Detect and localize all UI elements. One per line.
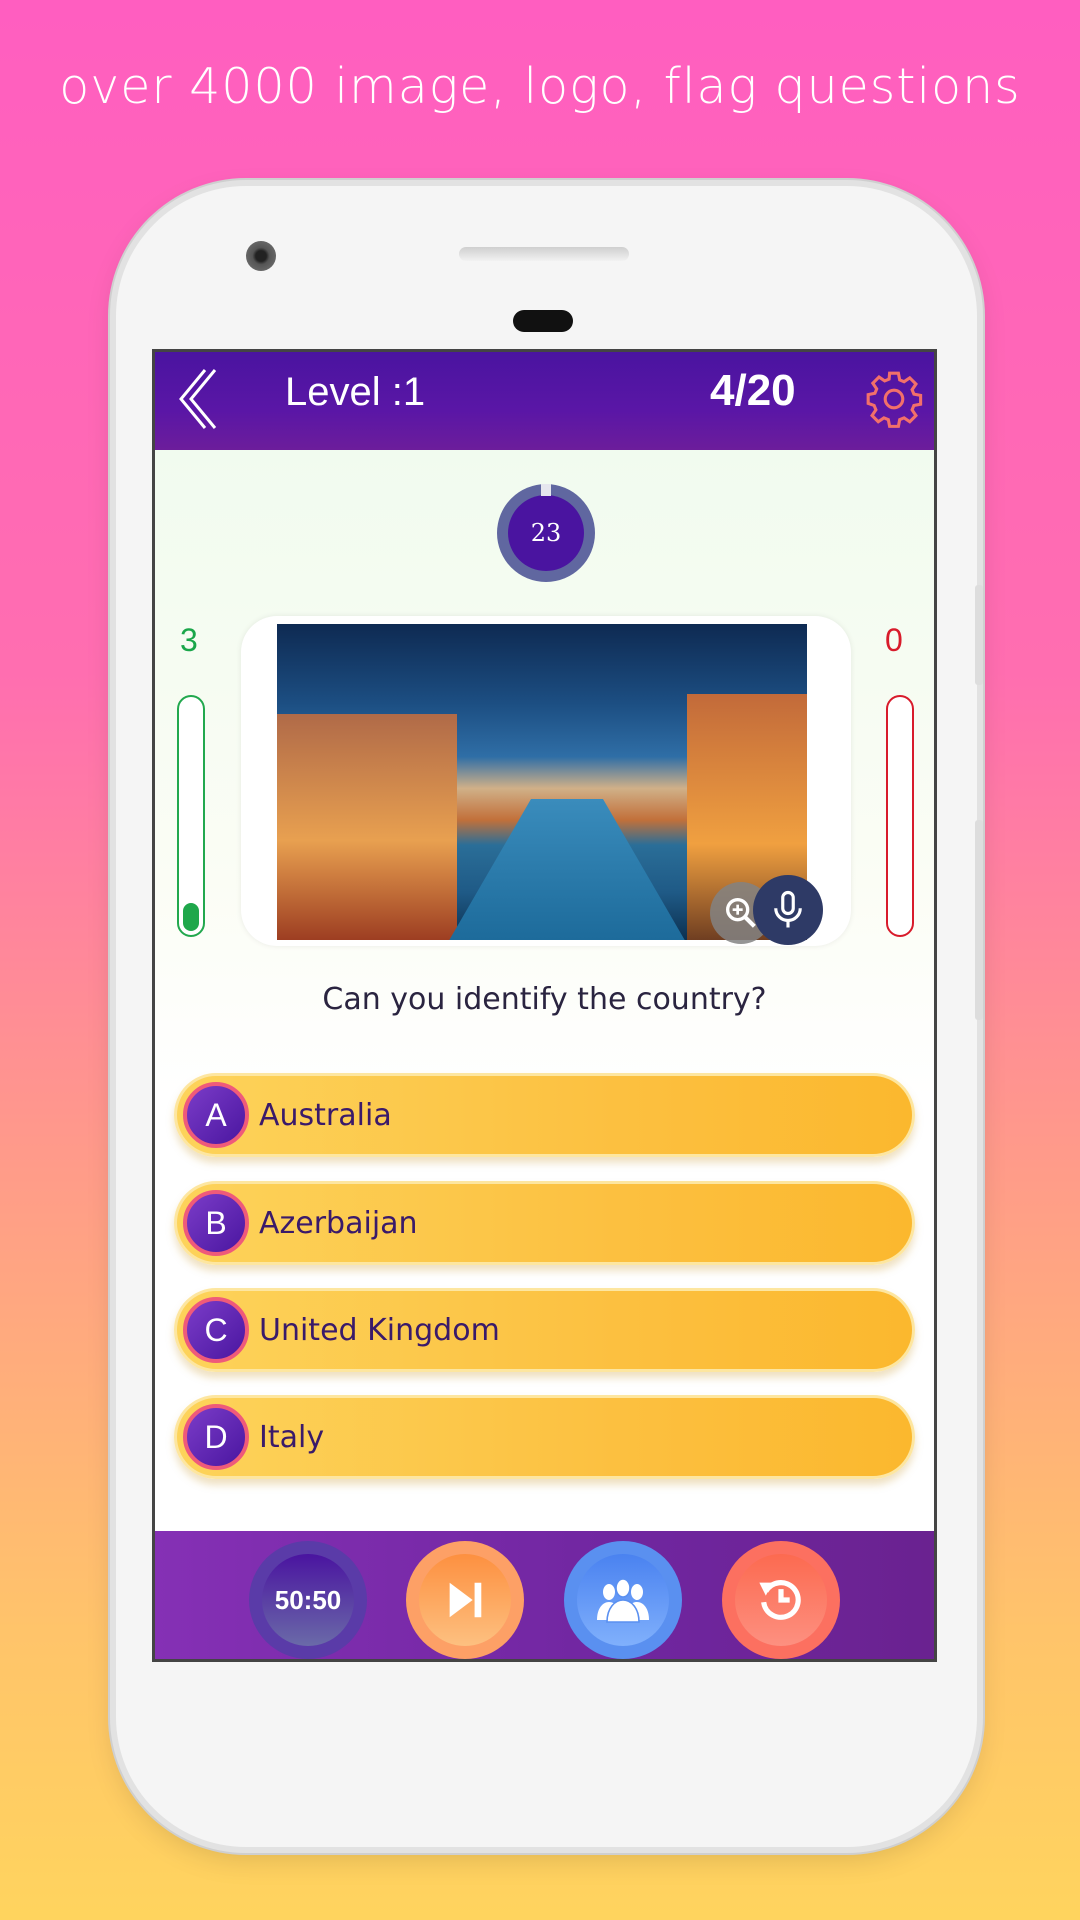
wrong-meter <box>886 695 914 937</box>
app-screen: Level :1 4/20 $ 7 23 15 3 0 Can <box>152 349 937 1662</box>
option-label: Italy <box>259 1419 325 1455</box>
voice-answer-button[interactable] <box>753 875 823 945</box>
skip-button[interactable] <box>406 1541 524 1659</box>
level-label: Level :1 <box>285 370 426 414</box>
timer-value: 23 <box>508 495 584 571</box>
phone-chin <box>152 1662 937 1802</box>
option-letter: B <box>183 1190 249 1256</box>
phone-speaker <box>459 247 629 261</box>
wrong-count: 0 <box>885 622 903 658</box>
timer-elapsed-arc <box>541 484 551 496</box>
correct-meter <box>177 695 205 937</box>
question-text: Can you identify the country? <box>322 982 767 1017</box>
fifty-fifty-button[interactable]: 50:50 <box>249 1541 367 1659</box>
extra-time-button[interactable] <box>722 1541 840 1659</box>
phone-volume-button <box>975 820 983 1020</box>
promo-tagline: over 4000 image, logo, flag questions <box>59 58 1021 115</box>
audience-poll-button[interactable] <box>564 1541 682 1659</box>
option-label: United Kingdom <box>259 1312 500 1348</box>
countdown-timer: 23 <box>497 484 595 582</box>
answer-option-a[interactable]: A Australia <box>174 1073 915 1157</box>
lifeline-bar: 50:50 <box>155 1531 934 1659</box>
phone-sensor <box>513 310 573 332</box>
answer-option-b[interactable]: B Azerbaijan <box>174 1181 915 1265</box>
top-bar: Level :1 4/20 <box>155 352 934 450</box>
double-chevron-left-icon[interactable] <box>175 366 221 432</box>
microphone-icon <box>774 890 802 928</box>
fifty-fifty-label: 50:50 <box>262 1554 354 1646</box>
history-icon <box>759 1580 801 1620</box>
gear-icon[interactable] <box>863 368 925 430</box>
people-icon <box>597 1578 649 1623</box>
answer-option-c[interactable]: C United Kingdom <box>174 1288 915 1372</box>
option-letter: D <box>183 1404 249 1470</box>
option-letter: C <box>183 1297 249 1363</box>
option-label: Australia <box>259 1097 392 1133</box>
option-letter: A <box>183 1082 249 1148</box>
front-camera <box>246 241 276 271</box>
correct-count: 3 <box>180 622 198 658</box>
correct-meter-fill <box>183 903 199 931</box>
answer-option-d[interactable]: D Italy <box>174 1395 915 1479</box>
skip-next-icon <box>449 1582 482 1618</box>
question-progress: 4/20 <box>710 366 796 415</box>
option-label: Azerbaijan <box>259 1205 418 1241</box>
phone-power-button <box>975 585 983 685</box>
